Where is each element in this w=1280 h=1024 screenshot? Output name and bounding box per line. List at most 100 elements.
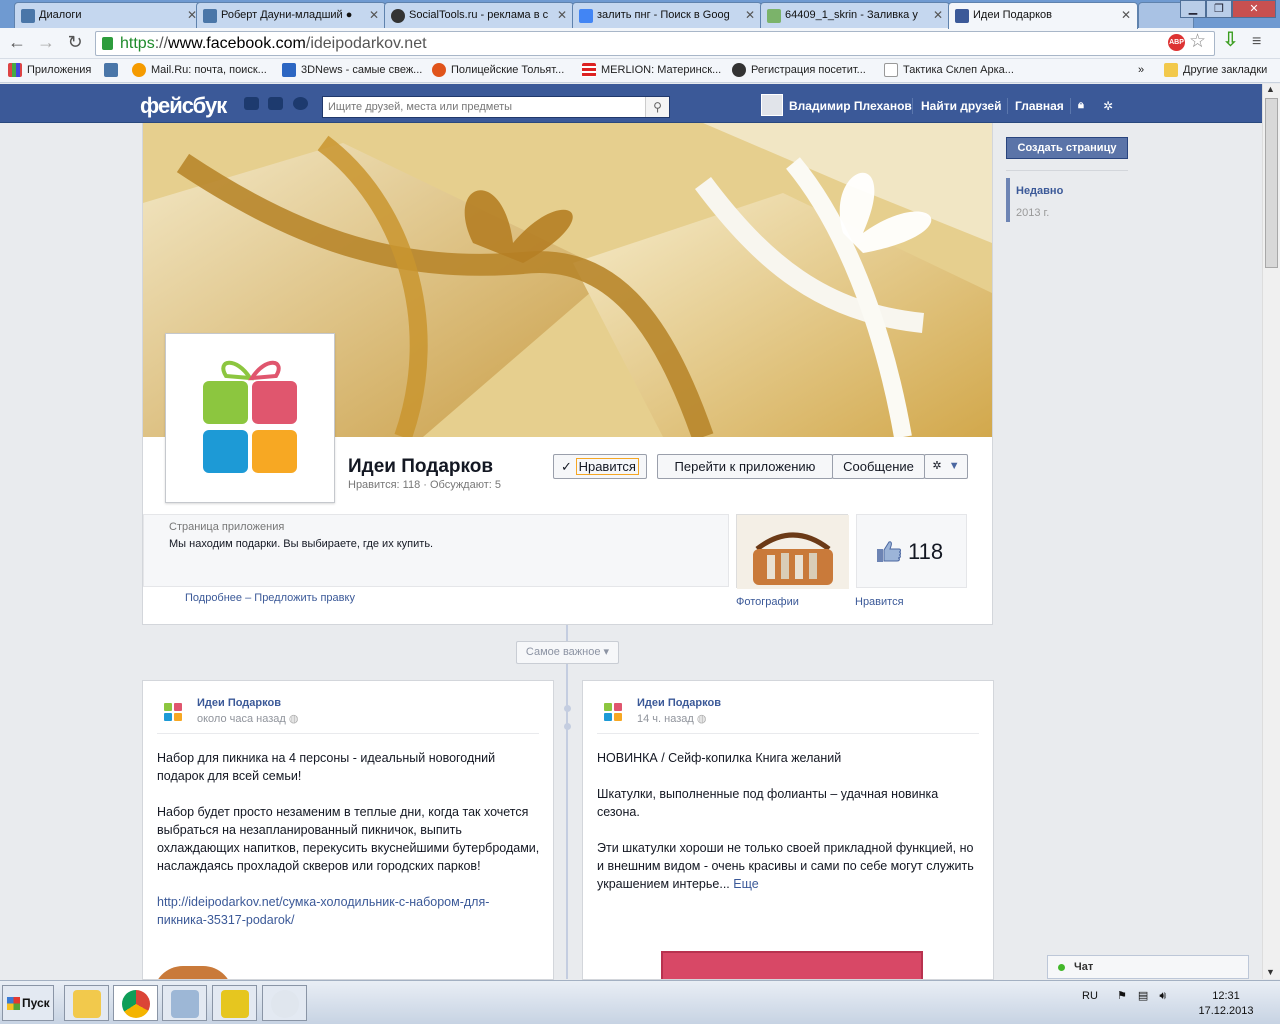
other-bookmarks[interactable]: Другие закладки bbox=[1164, 63, 1267, 77]
close-icon[interactable]: ✕ bbox=[933, 8, 943, 22]
bookmark-merlion[interactable]: MERLION: Материнск... bbox=[582, 63, 721, 77]
home-link[interactable]: Главная bbox=[1015, 99, 1064, 113]
user-name[interactable]: Владимир Плеханов bbox=[789, 99, 912, 113]
close-icon[interactable]: ✕ bbox=[1121, 8, 1131, 22]
back-arrow-icon[interactable]: ← bbox=[6, 32, 28, 53]
chevron-down-icon: ▾ bbox=[603, 646, 610, 658]
bookmark-star-icon[interactable]: ☆ bbox=[1189, 30, 1206, 53]
reload-icon[interactable]: ↻ bbox=[64, 32, 86, 53]
friend-requests-icon[interactable] bbox=[244, 97, 259, 110]
page-avatar[interactable] bbox=[161, 699, 185, 723]
photos-thumbnail[interactable] bbox=[736, 514, 849, 589]
facebook-logo[interactable]: фейсбук bbox=[140, 93, 227, 119]
like-button[interactable]: ✓ Нравится bbox=[553, 454, 647, 479]
language-indicator[interactable]: RU bbox=[1082, 990, 1098, 1002]
page-scrollbar[interactable]: ▲ ▼ bbox=[1262, 84, 1280, 979]
highlights-filter[interactable]: Самое важное ▾ bbox=[516, 641, 619, 664]
clock-date: 17.12.2013 bbox=[1198, 1005, 1254, 1017]
close-icon[interactable]: ✕ bbox=[745, 8, 755, 22]
see-more-link[interactable]: Еще bbox=[733, 877, 758, 891]
search-input[interactable]: Ищите друзей, места или предметы ⚲ bbox=[322, 96, 670, 118]
timeline-recent[interactable]: Недавно bbox=[1016, 185, 1128, 197]
merlion-icon bbox=[582, 63, 596, 77]
3dnews-icon bbox=[282, 63, 296, 77]
more-info-link[interactable]: Подробнее bbox=[185, 592, 242, 604]
online-status-icon bbox=[1058, 964, 1065, 971]
socialtools-icon bbox=[391, 9, 405, 23]
adblock-icon[interactable]: ABP bbox=[1168, 34, 1185, 51]
flag-icon[interactable]: ⚑ bbox=[1117, 990, 1127, 1002]
post-author[interactable]: Идеи Подарков bbox=[197, 697, 281, 709]
bookmark-apps[interactable]: Приложения bbox=[8, 63, 91, 77]
go-to-app-button[interactable]: Перейти к приложению bbox=[657, 454, 833, 479]
post-paragraph: Набор будет просто незаменим в теплые дн… bbox=[157, 805, 540, 873]
taskbar-calculator[interactable] bbox=[162, 985, 207, 1021]
bookmark-police[interactable]: Полицейские Тольят... bbox=[432, 63, 564, 77]
post-timestamp[interactable]: около часа назад ◍ bbox=[197, 712, 299, 725]
notifications-icon[interactable] bbox=[293, 97, 308, 110]
divider bbox=[1007, 98, 1008, 114]
clock[interactable]: 12:31 17.12.2013 bbox=[1195, 989, 1257, 1019]
scroll-down-icon[interactable]: ▼ bbox=[1266, 967, 1275, 977]
bookmark-tactics[interactable]: Тактика Склеп Арка... bbox=[884, 63, 1014, 77]
messages-icon[interactable] bbox=[268, 97, 283, 110]
taskbar-chrome[interactable] bbox=[113, 985, 158, 1021]
close-icon[interactable]: ✕ bbox=[557, 8, 567, 22]
volume-icon[interactable]: 🔊︎ bbox=[1159, 990, 1166, 1002]
bookmark-mailru[interactable]: Mail.Ru: почта, поиск... bbox=[132, 63, 267, 77]
calculator-icon bbox=[171, 990, 199, 1018]
taskbar-paint[interactable] bbox=[262, 985, 307, 1021]
close-icon[interactable]: ✕ bbox=[369, 8, 379, 22]
network-icon[interactable]: ▤ bbox=[1138, 990, 1148, 1002]
create-page-button[interactable]: Создать страницу bbox=[1006, 137, 1128, 159]
tab-image-upload[interactable]: 64409_1_skrin - Заливка у ✕ bbox=[760, 2, 950, 28]
profile-picture[interactable] bbox=[165, 333, 335, 503]
post-author[interactable]: Идеи Подарков bbox=[637, 697, 721, 709]
scrollbar-thumb[interactable] bbox=[1265, 98, 1278, 268]
start-button[interactable]: Пуск bbox=[2, 985, 54, 1021]
likes-box[interactable]: 118 bbox=[856, 514, 967, 588]
tab-ideipodarkov[interactable]: Идеи Подарков ✕ bbox=[948, 2, 1138, 29]
message-button[interactable]: Сообщение bbox=[832, 454, 925, 479]
tab-dialogs[interactable]: Диалоги ✕ bbox=[14, 2, 204, 28]
bookmarks-overflow[interactable]: » bbox=[1138, 64, 1144, 76]
taskbar-explorer[interactable] bbox=[64, 985, 109, 1021]
taskbar-1c[interactable] bbox=[212, 985, 257, 1021]
tab-robert[interactable]: Роберт Дауни-младший ● ✕ bbox=[196, 2, 386, 28]
page-options-button[interactable]: ✲ ▼ bbox=[924, 454, 968, 479]
bookmark-3dnews[interactable]: 3DNews - самые свеж... bbox=[282, 63, 422, 77]
suggest-edit-link[interactable]: – Предложить правку bbox=[245, 592, 355, 604]
minimize-icon[interactable]: ▁ bbox=[1180, 0, 1206, 18]
window-controls: ▁ ❐ ✕ bbox=[1180, 0, 1276, 18]
tab-socialtools[interactable]: SocialTools.ru - реклама в с ✕ bbox=[384, 2, 574, 28]
post-time-text: 14 ч. назад bbox=[637, 713, 694, 725]
avatar bbox=[761, 94, 783, 116]
tab-google[interactable]: залить пнг - Поиск в Goog ✕ bbox=[572, 2, 762, 28]
scroll-up-icon[interactable]: ▲ bbox=[1266, 84, 1275, 94]
search-icon[interactable]: ⚲ bbox=[645, 97, 669, 117]
page-description: Мы находим подарки. Вы выбираете, где их… bbox=[169, 538, 434, 550]
post-image-preview[interactable] bbox=[661, 951, 923, 979]
bookmark-registration[interactable]: Регистрация посетит... bbox=[732, 63, 866, 77]
timeline-year-2013[interactable]: 2013 г. bbox=[1016, 207, 1128, 219]
mailru-icon bbox=[132, 63, 146, 77]
address-bar[interactable]: https://www.facebook.com/ideipodarkov.ne… bbox=[95, 31, 1215, 56]
page-avatar[interactable] bbox=[601, 699, 625, 723]
maximize-icon[interactable]: ❐ bbox=[1206, 0, 1232, 18]
likes-link[interactable]: Нравится bbox=[855, 596, 904, 608]
find-friends-link[interactable]: Найти друзей bbox=[921, 99, 1001, 113]
privacy-icon[interactable]: 🔒︎ bbox=[1078, 99, 1084, 112]
forward-arrow-icon[interactable]: → bbox=[35, 32, 57, 53]
photos-link[interactable]: Фотографии bbox=[736, 596, 799, 608]
image-icon bbox=[767, 9, 781, 23]
post-body: НОВИНКА / Сейф-копилка Книга желаний Шка… bbox=[597, 749, 981, 911]
facebook-icon bbox=[955, 9, 969, 23]
chat-bar[interactable]: Чат bbox=[1047, 955, 1249, 979]
chrome-menu-icon[interactable]: ≡ bbox=[1252, 33, 1261, 51]
post-image-preview[interactable] bbox=[153, 966, 233, 979]
download-icon[interactable]: ⇩ bbox=[1222, 30, 1240, 51]
gear-icon[interactable]: ✲ bbox=[1103, 99, 1113, 113]
close-window-icon[interactable]: ✕ bbox=[1232, 0, 1276, 18]
post-link[interactable]: http://ideipodarkov.net/сумка-холодильни… bbox=[157, 893, 541, 929]
post-timestamp[interactable]: 14 ч. назад ◍ bbox=[637, 712, 706, 725]
